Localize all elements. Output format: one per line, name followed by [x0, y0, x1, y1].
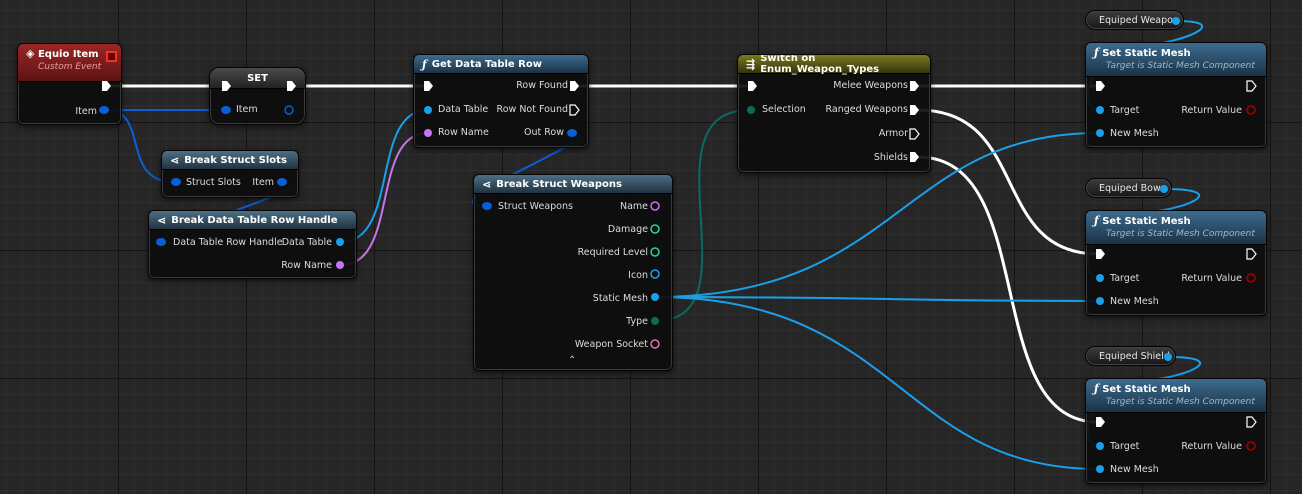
node-title: Set Static Mesh [1102, 48, 1191, 59]
node-title: Equio Item [37, 49, 99, 60]
pin-label-target: Target [1110, 105, 1140, 116]
break-struct-icon: ⋖ [170, 153, 180, 167]
pin-label-row-handle: Data Table Row Handle [173, 237, 283, 248]
node-subtitle: Custom Event [38, 62, 102, 72]
pin-label-required-level: Required Level [577, 247, 648, 258]
node-header: SET [210, 68, 305, 89]
delegate-pin[interactable] [106, 51, 117, 62]
pin-label-return-value: Return Value [1181, 441, 1242, 452]
node-break-struct-weapons[interactable]: ⋖ Break Struct Weapons Struct Weapons Nam… [473, 174, 673, 371]
node-title: Get Data Table Row [431, 58, 542, 70]
pin-label-new-mesh: New Mesh [1110, 464, 1159, 475]
node-title: Switch on Enum_Weapon_Types [760, 54, 880, 75]
pin-label-struct-slots: Struct Slots [186, 177, 241, 188]
exec-wire-shields-shield [916, 155, 1100, 424]
pin-label-row-name: Row Name [281, 260, 332, 271]
variable-equiped-bow[interactable]: Equiped Bow [1085, 178, 1172, 198]
pin-label-row-not-found: Row Not Found [496, 104, 568, 115]
node-subtitle: Target is Static Mesh Component [1106, 397, 1255, 407]
break-struct-icon: ⋖ [157, 213, 167, 227]
pin-label-shields: Shields [873, 152, 908, 163]
function-icon: ƒ [422, 57, 427, 71]
pin-label-new-mesh: New Mesh [1110, 296, 1159, 307]
node-subtitle: Target is Static Mesh Component [1106, 229, 1255, 239]
node-header: ⇶ Switch on Enum_Weapon_Types [738, 54, 930, 75]
object-wire-mesh-3 [655, 296, 1099, 470]
variable-equiped-shield[interactable]: Equiped Shield [1085, 346, 1176, 366]
pin-label-item: Item [236, 104, 258, 115]
node-title: Set Static Mesh [1102, 216, 1191, 227]
pin-label-target: Target [1110, 441, 1140, 452]
pin-label-armor: Armor [878, 128, 908, 139]
node-header: ƒ Get Data Table Row [414, 55, 588, 74]
switch-icon: ⇶ [746, 57, 756, 71]
pin-label-target: Target [1110, 273, 1140, 284]
pin-label-name: Name [619, 201, 648, 212]
node-set-static-mesh-shield[interactable]: ƒ Set Static Mesh Target is Static Mesh … [1085, 378, 1267, 484]
pin-label-data-table: Data Table [281, 237, 332, 248]
break-struct-icon: ⋖ [482, 177, 492, 191]
function-icon: ƒ [1094, 382, 1099, 395]
node-title: Break Struct Weapons [496, 178, 622, 190]
pin-label-melee: Melee Weapons [833, 80, 908, 91]
node-set[interactable]: SET Item [209, 67, 306, 125]
collapse-chevron-icon[interactable]: ⌃ [568, 355, 576, 366]
node-header: ƒ Set Static Mesh Target is Static Mesh … [1086, 211, 1266, 245]
node-title: Break Struct Slots [184, 154, 287, 166]
pin-label-selection: Selection [762, 104, 806, 115]
exec-wire-ranged-bow [916, 108, 1100, 256]
node-switch-on-enum[interactable]: ⇶ Switch on Enum_Weapon_Types Selection M… [737, 54, 931, 173]
variable-equiped-weapon[interactable]: Equiped Weapon [1085, 10, 1184, 30]
function-icon: ƒ [1094, 46, 1099, 59]
node-header: ⋖ Break Struct Weapons [474, 175, 672, 194]
pin-label-struct-weapons: Struct Weapons [498, 201, 573, 212]
node-header: ƒ Set Static Mesh Target is Static Mesh … [1086, 43, 1266, 77]
pin-label-ranged: Ranged Weapons [825, 104, 908, 115]
node-title: Break Data Table Row Handle [171, 214, 338, 226]
node-break-data-table-row-handle[interactable]: ⋖ Break Data Table Row Handle Data Table … [148, 210, 357, 279]
pin-label-new-mesh: New Mesh [1110, 128, 1159, 139]
function-icon: ƒ [1094, 214, 1099, 227]
pin-label-static-mesh: Static Mesh [592, 293, 648, 304]
node-title: SET [247, 72, 268, 84]
node-header: ƒ Set Static Mesh Target is Static Mesh … [1086, 379, 1266, 413]
pin-label-type: Type [626, 316, 648, 327]
node-title: Set Static Mesh [1102, 384, 1191, 395]
pin-label-row-name: Row Name [438, 127, 489, 138]
object-wire-mesh-2 [655, 296, 1099, 302]
pin-label-damage: Damage [607, 224, 648, 235]
pin-label-item: Item [75, 106, 97, 117]
pin-label-icon: Icon [628, 270, 648, 281]
event-diamond-icon: ◈ [26, 47, 35, 60]
node-set-static-mesh-weapon[interactable]: ƒ Set Static Mesh Target is Static Mesh … [1085, 42, 1267, 148]
node-break-struct-slots[interactable]: ⋖ Break Struct Slots Struct Slots Item [161, 150, 299, 198]
pin-label-return-value: Return Value [1181, 273, 1242, 284]
pin-label-out-row: Out Row [524, 127, 564, 138]
node-equip-item-event[interactable]: ◈ Equio Item Custom Event Item [17, 43, 122, 125]
node-header: ⋖ Break Data Table Row Handle [149, 211, 356, 230]
pin-label-data-table: Data Table [438, 104, 489, 115]
node-set-static-mesh-bow[interactable]: ƒ Set Static Mesh Target is Static Mesh … [1085, 210, 1267, 316]
node-header: ◈ Equio Item Custom Event [18, 44, 121, 82]
pin-label-item: Item [252, 177, 274, 188]
pin-label-return-value: Return Value [1181, 105, 1242, 116]
node-header: ⋖ Break Struct Slots [162, 151, 298, 170]
node-subtitle: Target is Static Mesh Component [1106, 61, 1255, 71]
pin-label-weapon-socket: Weapon Socket [574, 339, 648, 350]
pin-label-row-found: Row Found [516, 80, 568, 91]
node-get-data-table-row[interactable]: ƒ Get Data Table Row Data Table Row Name … [413, 54, 589, 148]
